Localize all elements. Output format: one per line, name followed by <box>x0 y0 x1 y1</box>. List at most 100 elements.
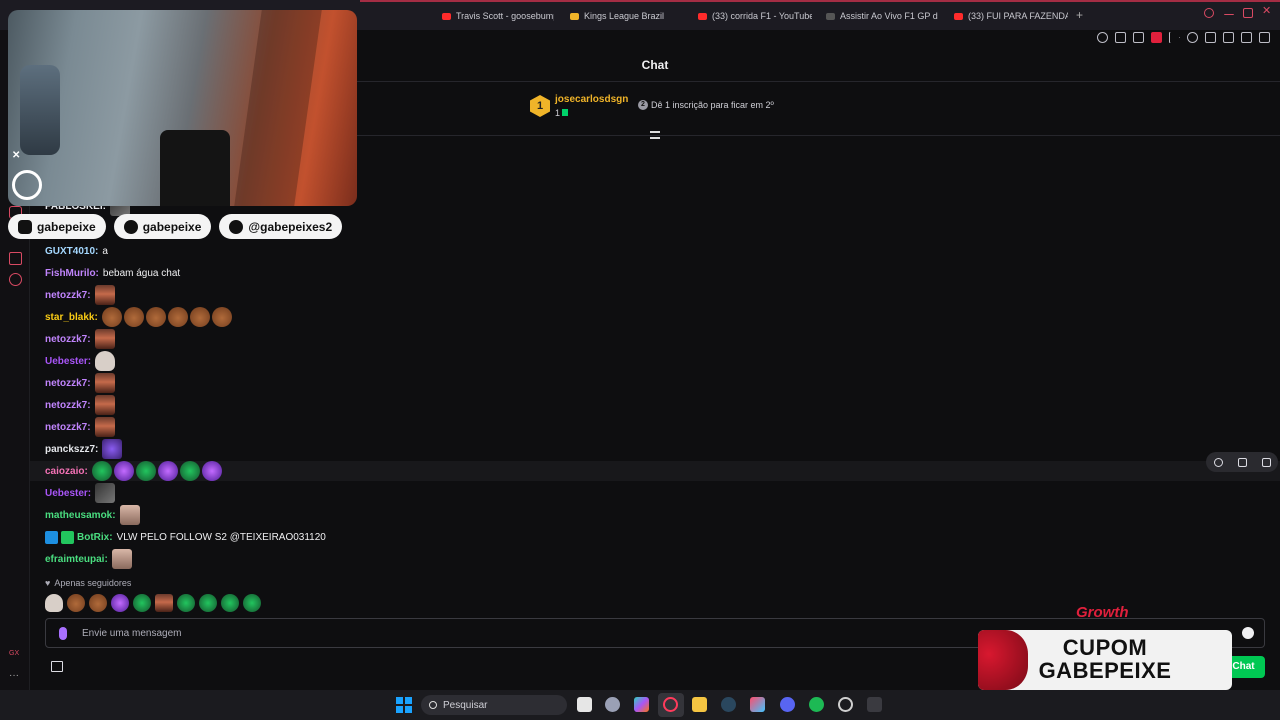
pin-icon[interactable] <box>1115 32 1126 43</box>
copilot-icon[interactable] <box>634 697 649 712</box>
social-label: @gabepeixes2 <box>248 219 333 234</box>
emote-picker-icon[interactable] <box>221 594 239 612</box>
emote-icon <box>135 461 156 481</box>
discord-icon[interactable] <box>780 697 795 712</box>
emote-picker-icon[interactable] <box>199 594 217 612</box>
chat-username[interactable]: Uebester: <box>45 356 91 367</box>
sidebar-more-icon[interactable]: ··· <box>9 670 22 683</box>
delete-icon[interactable] <box>1261 457 1271 467</box>
microphone-icon[interactable] <box>59 627 67 640</box>
reply-icon[interactable] <box>1213 457 1223 467</box>
chat-username[interactable]: netozzk7: <box>45 422 91 433</box>
emote-picker-icon[interactable] <box>155 594 173 612</box>
browser-tab[interactable]: (33) FUI PARA FAZENDA <box>954 8 1068 24</box>
obs-icon[interactable] <box>838 697 853 712</box>
leader-username[interactable]: josecarlosdsgn <box>555 94 628 105</box>
chat-message: GUXT4010: a <box>45 241 108 261</box>
minimize-icon[interactable] <box>1224 14 1234 16</box>
emote-picker-icon[interactable] <box>243 594 261 612</box>
store-icon[interactable] <box>51 661 63 672</box>
collapse-leaderboard-icon[interactable] <box>650 131 660 139</box>
windows-start-icon[interactable] <box>396 697 412 713</box>
social-youtube: gabepeixe <box>8 214 106 239</box>
coupon-line-2: GABEPEIXE <box>1038 658 1172 683</box>
emote-picker-icon[interactable] <box>67 594 85 612</box>
download-icon[interactable] <box>1241 32 1252 43</box>
chat-message: caiozaio: <box>45 461 224 481</box>
sidebar-settings-icon[interactable] <box>9 273 22 286</box>
chat-message-text: VLW PELO FOLLOW S2 @TEIXEIRAO031120 <box>116 531 326 543</box>
chat-username[interactable]: efraimteupai: <box>45 554 108 565</box>
chat-username[interactable]: netozzk7: <box>45 334 91 345</box>
emote-picker-icon[interactable] <box>177 594 195 612</box>
chat-username[interactable]: panckszz7: <box>45 444 98 455</box>
leader-count: 1 <box>555 108 569 118</box>
taskbar-search[interactable]: Pesquisar <box>421 695 567 715</box>
chat-username[interactable]: GUXT4010: <box>45 246 98 257</box>
sidebar-gx-icon[interactable]: GX <box>9 650 22 657</box>
tab-label: Travis Scott - goosebump <box>456 11 554 21</box>
emote-icon <box>95 483 116 503</box>
chat-message: efraimteupai: <box>45 549 134 569</box>
capcut-icon[interactable] <box>750 697 765 712</box>
emote-icon <box>94 373 115 393</box>
growth-logo: Growth <box>1076 604 1129 621</box>
social-label: gabepeixe <box>142 219 202 234</box>
chat-username[interactable]: star_blakk: <box>45 312 98 323</box>
chat-username[interactable]: netozzk7: <box>45 400 91 411</box>
chat-username[interactable]: netozzk7: <box>45 378 91 389</box>
kings-league-favicon-icon <box>570 12 579 20</box>
zoom-icon[interactable] <box>1097 32 1108 43</box>
emote-icon <box>189 307 210 327</box>
heart-icon: ♥ <box>45 578 51 588</box>
coupon-banner: CUPOM GABEPEIXE <box>978 630 1232 690</box>
chat-username[interactable]: netozzk7: <box>45 290 91 301</box>
page-favicon-icon <box>826 12 835 20</box>
file-explorer-icon[interactable] <box>577 697 592 712</box>
app-icon[interactable] <box>605 697 620 712</box>
menu-icon[interactable] <box>1259 32 1270 43</box>
chat-username[interactable]: BotRix: <box>77 532 113 543</box>
sidebar-home-icon[interactable] <box>9 252 22 265</box>
social-handles: gabepeixe gabepeixe @gabepeixes2 <box>8 214 343 239</box>
tab-label: (33) FUI PARA FAZENDA <box>968 11 1068 21</box>
terminal-icon[interactable] <box>867 697 882 712</box>
emote-picker-icon[interactable] <box>133 594 151 612</box>
profile-icon[interactable] <box>1223 32 1234 43</box>
spotify-icon[interactable] <box>809 697 824 712</box>
folder-icon[interactable] <box>692 697 707 712</box>
play-icon[interactable] <box>1169 32 1180 43</box>
emote-icon <box>145 307 166 327</box>
chat-message: netozzk7: <box>45 373 117 393</box>
rank-two-icon: 2 <box>638 100 648 110</box>
emote-picker-icon[interactable] <box>45 594 63 612</box>
browser-tab[interactable]: Kings League Brazil <box>570 8 682 24</box>
youtube-icon <box>18 219 32 234</box>
emote-picker-icon[interactable] <box>89 594 107 612</box>
emote-picker-icon[interactable] <box>111 594 129 612</box>
chat-message: netozzk7: <box>45 329 117 349</box>
chat-username[interactable]: caiozaio: <box>45 466 88 477</box>
new-tab-button[interactable]: + <box>1076 8 1083 22</box>
browser-search-icon[interactable] <box>1204 8 1214 18</box>
emoji-icon[interactable] <box>1242 627 1254 639</box>
maximize-icon[interactable] <box>1243 8 1253 18</box>
chat-message: Uebester: <box>45 483 117 503</box>
extension-red-icon[interactable] <box>1151 32 1162 43</box>
extensions-icon[interactable] <box>1205 32 1216 43</box>
browser-tab[interactable]: Travis Scott - goosebump <box>442 8 554 24</box>
opera-icon[interactable] <box>663 697 678 712</box>
chat-username[interactable]: FishMurilo: <box>45 268 99 279</box>
emote-icon <box>94 285 115 305</box>
emote-icon <box>119 505 140 525</box>
pin-message-icon[interactable] <box>1237 457 1247 467</box>
steam-icon[interactable] <box>721 697 736 712</box>
snapshot-icon[interactable] <box>1133 32 1144 43</box>
emote-icon <box>179 461 200 481</box>
browser-tab[interactable]: (33) corrida F1 - YouTube <box>698 8 812 24</box>
heart-icon[interactable] <box>1187 32 1198 43</box>
chat-username[interactable]: matheusamok: <box>45 510 116 521</box>
browser-tab[interactable]: Assistir Ao Vivo F1 GP de <box>826 8 938 24</box>
emote-icon <box>95 351 116 371</box>
chat-username[interactable]: Uebester: <box>45 488 91 499</box>
